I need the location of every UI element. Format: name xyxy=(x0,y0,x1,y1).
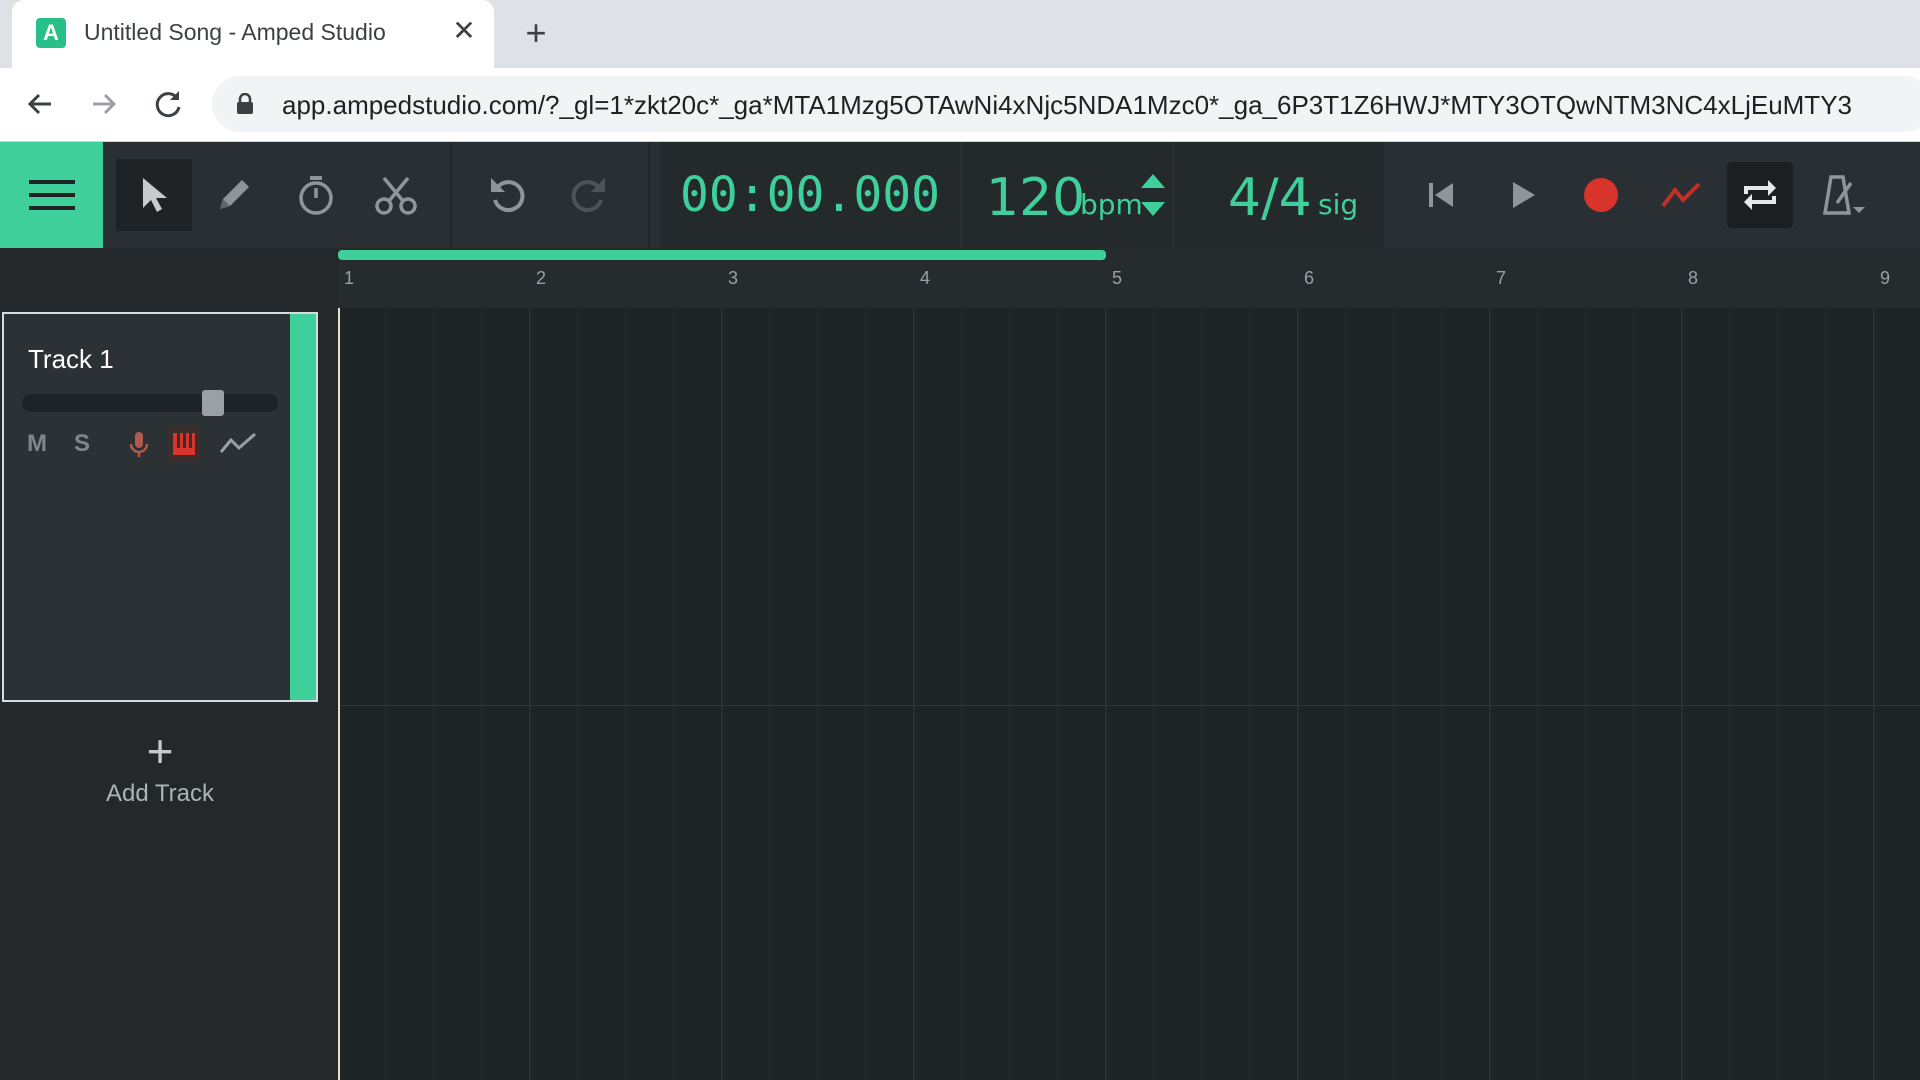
select-tool-button[interactable] xyxy=(116,159,192,231)
tab-title: Untitled Song - Amped Studio xyxy=(84,19,386,45)
piano-keys-icon xyxy=(173,433,195,455)
track-volume-slider[interactable] xyxy=(22,390,278,416)
microphone-icon xyxy=(129,432,149,457)
tempo-stepper-icon[interactable] xyxy=(1138,172,1168,218)
loop-region[interactable] xyxy=(338,250,1106,260)
loop-button[interactable] xyxy=(1727,162,1793,228)
record-arm-button[interactable] xyxy=(124,426,154,462)
ruler-bar-number: 3 xyxy=(728,268,739,288)
close-tab-icon[interactable]: ✕ xyxy=(448,16,480,46)
reload-icon[interactable] xyxy=(148,84,188,124)
ruler-bar-number: 1 xyxy=(344,268,355,288)
amped-studio-logo-icon: A xyxy=(36,18,66,48)
automation-curve-icon xyxy=(219,432,256,453)
record-icon xyxy=(1584,178,1618,212)
tempo-control[interactable]: 120 bpm xyxy=(962,142,1172,248)
redo-icon xyxy=(571,178,605,213)
ruler-bar-number: 5 xyxy=(1112,268,1123,288)
pencil-icon xyxy=(220,180,249,209)
toolbar-separator xyxy=(648,142,650,248)
address-bar[interactable]: app.ampedstudio.com/?_gl=1*zkt20c*_ga*MT… xyxy=(212,76,1920,132)
track-header-panel: Track 1 M S + Add Track xyxy=(0,248,338,1080)
ruler-bar-number: 6 xyxy=(1304,268,1315,288)
app-toolbar: 00:00.000 120 bpm 4/4 sig xyxy=(0,142,1920,248)
add-icon: + xyxy=(146,725,174,777)
track-header[interactable]: Track 1 M S xyxy=(2,312,318,702)
loop-icon xyxy=(1744,180,1776,210)
browser-toolbar: app.ampedstudio.com/?_gl=1*zkt20c*_ga*MT… xyxy=(0,68,1920,142)
split-tool-button[interactable] xyxy=(358,159,434,231)
tempo-unit: bpm xyxy=(1080,188,1143,221)
browser-tab-strip: A Untitled Song - Amped Studio ✕ + xyxy=(0,0,1920,68)
track-color-strip xyxy=(290,314,316,700)
redo-button[interactable] xyxy=(550,159,626,231)
arrangement-timeline[interactable]: 1 2 3 4 5 6 7 8 9 xyxy=(338,248,1920,1080)
ruler-bar-number: 8 xyxy=(1688,268,1699,288)
add-track-button[interactable]: + Add Track xyxy=(60,728,260,808)
stopwatch-tool-button[interactable] xyxy=(278,159,354,231)
automation-icon xyxy=(1661,182,1701,208)
play-button[interactable] xyxy=(1490,162,1556,228)
metronome-icon xyxy=(1822,175,1865,215)
select-pointer-icon xyxy=(143,178,167,212)
url-text: app.ampedstudio.com/?_gl=1*zkt20c*_ga*MT… xyxy=(282,90,1852,120)
forward-icon[interactable] xyxy=(84,84,124,124)
metronome-button[interactable] xyxy=(1808,162,1874,228)
menu-icon xyxy=(28,180,75,210)
undo-icon xyxy=(491,178,525,213)
playhead[interactable] xyxy=(338,278,340,1080)
ruler-bar-number: 9 xyxy=(1880,268,1891,288)
volume-slider-handle[interactable] xyxy=(202,390,224,416)
menu-button[interactable] xyxy=(0,142,103,248)
track-name[interactable]: Track 1 xyxy=(28,344,114,375)
time-signature-unit: sig xyxy=(1318,188,1359,221)
back-icon[interactable] xyxy=(20,84,60,124)
scissors-icon xyxy=(375,176,417,215)
mute-button[interactable]: M xyxy=(22,426,52,462)
timeline-ruler[interactable]: 1 2 3 4 5 6 7 8 9 xyxy=(338,248,1920,308)
ruler-bar-number: 4 xyxy=(920,268,931,288)
browser-tab[interactable]: A Untitled Song - Amped Studio ✕ xyxy=(12,0,494,68)
lock-icon xyxy=(236,92,254,120)
time-signature-value: 4/4 xyxy=(1228,168,1312,228)
time-signature-control[interactable]: 4/4 sig xyxy=(1174,142,1384,248)
pencil-tool-button[interactable] xyxy=(196,159,272,231)
skip-to-start-icon xyxy=(1429,183,1453,207)
ruler-bar-number: 7 xyxy=(1496,268,1507,288)
add-track-label: Add Track xyxy=(105,780,215,807)
tempo-value: 120 xyxy=(986,168,1086,228)
toolbar-separator xyxy=(450,142,452,248)
play-icon xyxy=(1513,182,1535,208)
undo-button[interactable] xyxy=(470,159,546,231)
skip-to-start-button[interactable] xyxy=(1408,162,1474,228)
automation-button[interactable] xyxy=(218,426,258,462)
record-button[interactable] xyxy=(1568,162,1634,228)
new-tab-icon[interactable]: + xyxy=(518,14,554,52)
stopwatch-icon xyxy=(299,176,333,215)
track-lane[interactable] xyxy=(338,308,1920,706)
solo-button[interactable]: S xyxy=(68,426,96,462)
ruler-bar-number: 2 xyxy=(536,268,547,288)
instrument-button[interactable] xyxy=(168,426,200,462)
automation-record-button[interactable] xyxy=(1648,162,1714,228)
time-display[interactable]: 00:00.000 xyxy=(660,142,960,248)
